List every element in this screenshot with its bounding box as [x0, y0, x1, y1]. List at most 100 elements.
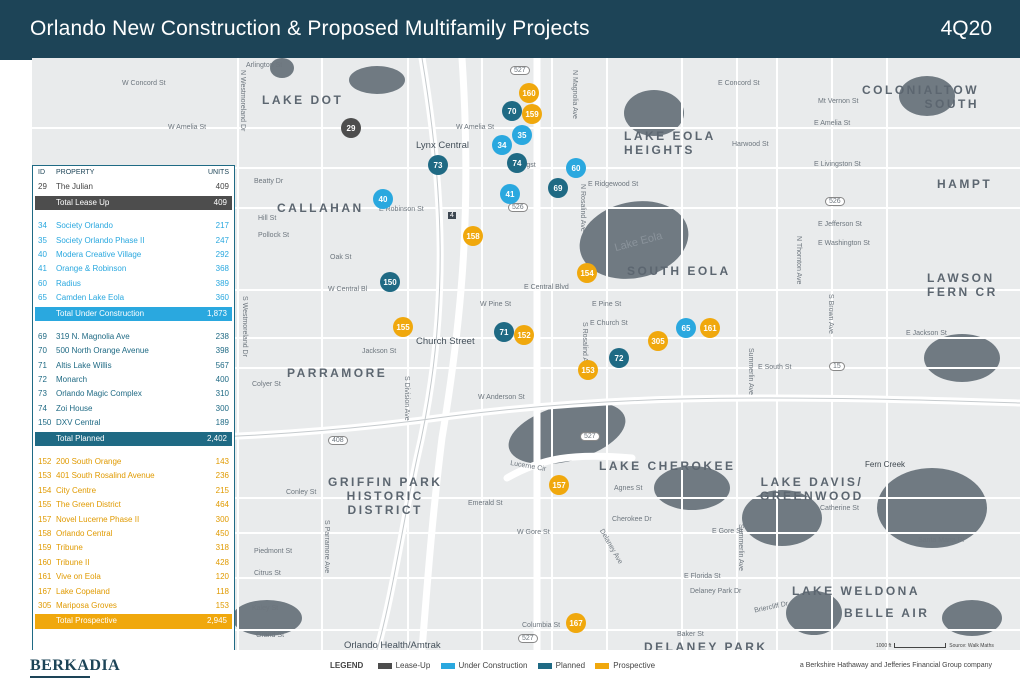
district-lake-davis: LAKE DAVIS/ GREENWOOD: [760, 475, 864, 503]
lake-greenwood-water: [877, 468, 987, 548]
table-row[interactable]: 155 The Green District 464: [33, 498, 234, 512]
total-planned-row: Total Planned 2,402: [35, 431, 232, 447]
marker-155[interactable]: 155: [393, 317, 413, 337]
street-delaney-park-dr: Delaney Park Dr: [690, 588, 742, 595]
highway-526-shield-east: 526: [825, 197, 845, 206]
marker-72[interactable]: 72: [609, 348, 629, 368]
table-row[interactable]: 60 Radius 389: [33, 277, 234, 291]
table-row[interactable]: 71 Altis Lake Willis 567: [33, 359, 234, 373]
marker-74[interactable]: 74: [507, 153, 527, 173]
marker-40[interactable]: 40: [373, 189, 393, 209]
marker-60[interactable]: 60: [566, 158, 586, 178]
tagline: a Berkshire Hathaway and Jefferies Finan…: [799, 662, 992, 669]
table-row[interactable]: 73 Orlando Magic Complex 310: [33, 387, 234, 401]
street-w-anderson: W Anderson St: [478, 394, 525, 401]
marker-65[interactable]: 65: [676, 318, 696, 338]
table-row[interactable]: 154 City Centre 215: [33, 484, 234, 498]
street-e-amelia: E Amelia St: [814, 120, 851, 127]
marker-161[interactable]: 161: [700, 318, 720, 338]
table-row[interactable]: 167 Lake Copeland 118: [33, 585, 234, 599]
source-label: Source: Walk Maths: [949, 643, 994, 649]
station-lynx-central: Lynx Central: [416, 140, 469, 151]
marker-159[interactable]: 159: [522, 104, 542, 124]
street-w-gore: W Gore St: [517, 529, 550, 536]
street-e-jackson: E Jackson St: [906, 330, 947, 337]
district-lake-weldona: LAKE WELDONA: [792, 584, 920, 598]
marker-69[interactable]: 69: [548, 178, 568, 198]
table-row[interactable]: 150 DXV Central 189: [33, 416, 234, 430]
marker-71[interactable]: 71: [494, 322, 514, 342]
marker-154[interactable]: 154: [577, 263, 597, 283]
marker-157[interactable]: 157: [549, 475, 569, 495]
lake-dot-water: [349, 66, 405, 94]
street-n-westmoreland: N Westmoreland Dr: [239, 70, 246, 132]
street-beatty: Beatty Dr: [254, 178, 284, 185]
marker-29[interactable]: 29: [341, 118, 361, 138]
street-hill: Hill St: [258, 215, 277, 222]
scale-bar: 1000 ft Source: Walk Maths: [876, 643, 994, 649]
district-lawson-fern: LAWSON FERN CR: [927, 271, 998, 299]
marker-167[interactable]: 167: [566, 613, 586, 633]
street-arlington: Arlington St: [246, 62, 283, 69]
marker-153[interactable]: 153: [578, 360, 598, 380]
street-e-jefferson: E Jefferson St: [818, 221, 862, 228]
street-baker: Baker St: [677, 631, 704, 638]
planned-swatch: [537, 662, 552, 669]
street-s-brown: S Brown Ave: [827, 294, 834, 334]
legend-prospective: Prospective: [613, 661, 656, 670]
table-row[interactable]: 40 Modera Creative Village 292: [33, 248, 234, 262]
street-oak: Oak St: [330, 254, 352, 261]
table-row[interactable]: 153 401 South Rosalind Avenue 236: [33, 469, 234, 483]
street-agnes: Agnes St: [614, 485, 643, 492]
street-s-parramore: S Parramore Ave: [323, 520, 330, 574]
marker-41[interactable]: 41: [500, 184, 520, 204]
marker-305[interactable]: 305: [648, 331, 668, 351]
marker-152[interactable]: 152: [514, 325, 534, 345]
street-conley: Conley St: [286, 489, 317, 496]
table-row[interactable]: 158 Orlando Central 450: [33, 527, 234, 541]
header-bar: Orlando New Construction & Proposed Mult…: [0, 0, 1020, 60]
total-prospective-row: Total Prospective 2,945: [35, 614, 232, 629]
street-w-amelia-2: W Amelia St: [456, 124, 495, 131]
table-row[interactable]: 41 Orange & Robinson 368: [33, 262, 234, 276]
street-e-pine: E Pine St: [592, 301, 622, 308]
street-grand: Grand St: [256, 632, 285, 639]
table-row[interactable]: 160 Tribune II 428: [33, 556, 234, 570]
table-row[interactable]: 74 Zoi House 300: [33, 402, 234, 416]
street-n-thornton: N Thornton Ave: [795, 236, 802, 285]
table-row[interactable]: 34 Society Orlando 217: [33, 219, 234, 233]
street-emerald: Emerald St: [468, 500, 503, 507]
table-header: ID PROPERTY UNITS: [33, 166, 234, 181]
marker-150[interactable]: 150: [380, 272, 400, 292]
table-row[interactable]: 35 Society Orlando Phase II 247: [33, 234, 234, 248]
district-belle-air: BELLE AIR: [844, 606, 930, 620]
table-row[interactable]: 161 Vive on Eola 120: [33, 570, 234, 584]
fern-creek-label: Fern Creek: [865, 460, 906, 469]
highway-527-shield-south: 527: [580, 432, 600, 441]
table-row[interactable]: 70 500 North Orange Avenue 398: [33, 344, 234, 358]
table-row[interactable]: 159 Tribune 318: [33, 541, 234, 555]
marker-34[interactable]: 34: [492, 135, 512, 155]
station-orlando-health: Orlando Health/Amtrak: [344, 640, 441, 650]
table-row[interactable]: 152 200 South Orange 143: [33, 455, 234, 469]
district-south-eola: SOUTH EOLA: [627, 264, 731, 278]
street-pollock: Pollock St: [258, 232, 290, 239]
street-s-westmoreland: S Westmoreland Dr: [241, 296, 248, 357]
marker-73[interactable]: 73: [428, 155, 448, 175]
marker-158[interactable]: 158: [463, 226, 483, 246]
street-e-central: E Central Blvd: [524, 284, 569, 291]
street-summerlin-north: Summerlin Ave: [747, 348, 754, 395]
marker-70[interactable]: 70: [502, 101, 522, 121]
street-harwood: Harwood St: [732, 141, 769, 148]
marker-160[interactable]: 160: [519, 83, 539, 103]
table-row[interactable]: 65 Camden Lake Eola 360: [33, 291, 234, 305]
marker-35[interactable]: 35: [512, 125, 532, 145]
district-colonialtown-south: COLONIALTOW SOUTH: [862, 83, 980, 111]
table-row[interactable]: 69 319 N. Magnolia Ave 238: [33, 330, 234, 344]
table-row[interactable]: 29 The Julian 409: [33, 180, 234, 194]
table-row[interactable]: 72 Monarch 400: [33, 373, 234, 387]
street-concord: W Concord St: [122, 80, 166, 87]
footer: BERKADIA LEGEND Lease-Up Under Construct…: [0, 650, 1020, 680]
table-row[interactable]: 157 Novel Lucerne Phase II 300: [33, 513, 234, 527]
table-row[interactable]: 305 Mariposa Groves 153: [33, 599, 234, 613]
